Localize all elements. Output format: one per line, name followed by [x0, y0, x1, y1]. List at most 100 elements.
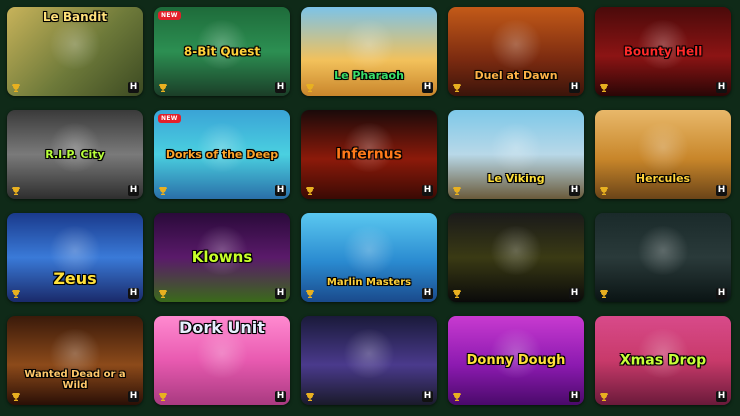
- trophy-icon: [158, 84, 168, 92]
- game-title: Zeus: [53, 269, 97, 289]
- game-tile-8[interactable]: Le Viking H: [448, 110, 584, 199]
- game-title: Dorks of the Deep: [165, 147, 279, 161]
- provider-logo-icon: H: [716, 391, 727, 402]
- game-tile-6[interactable]: Dorks of the Deep NEW H: [154, 110, 290, 199]
- artwork-highlight: [488, 20, 544, 70]
- provider-logo-icon: H: [422, 288, 433, 299]
- game-tile-19[interactable]: Xmas Drop H: [595, 316, 731, 405]
- game-title: Bounty Hell: [623, 44, 703, 59]
- game-artwork: [448, 213, 584, 302]
- trophy-icon: [305, 290, 315, 298]
- game-artwork: [7, 316, 143, 405]
- trophy-icon: [305, 84, 315, 92]
- game-artwork: [448, 110, 584, 199]
- game-tile-3[interactable]: Duel at Dawn H: [448, 7, 584, 96]
- provider-logo-icon: H: [716, 288, 727, 299]
- game-title: Dork Unit: [179, 318, 265, 337]
- game-title: Wanted Dead or a Wild: [24, 369, 126, 391]
- game-tile-15[interactable]: Wanted Dead or a Wild H: [7, 316, 143, 405]
- artwork-highlight: [47, 20, 103, 70]
- game-title: Infernus: [336, 146, 402, 163]
- game-tile-13[interactable]: H: [448, 213, 584, 302]
- game-tile-14[interactable]: H: [595, 213, 731, 302]
- trophy-icon: [11, 84, 21, 92]
- game-title: Le Pharaoh: [334, 69, 404, 83]
- artwork-highlight: [635, 123, 691, 173]
- game-artwork: [301, 213, 437, 302]
- provider-logo-icon: H: [569, 391, 580, 402]
- artwork-highlight: [341, 226, 397, 276]
- game-tile-9[interactable]: Hercules H: [595, 110, 731, 199]
- trophy-icon: [452, 84, 462, 92]
- trophy-icon: [600, 187, 608, 195]
- trophy-icon: [158, 187, 168, 195]
- game-tile-1[interactable]: 8-Bit Quest NEW H: [154, 7, 290, 96]
- provider-logo-icon: H: [128, 185, 139, 196]
- game-title: Klowns: [191, 247, 253, 266]
- trophy-icon: [11, 393, 21, 401]
- game-tile-12[interactable]: Marlin Masters H: [301, 213, 437, 302]
- game-artwork: [301, 316, 437, 405]
- provider-logo-icon: H: [275, 82, 286, 93]
- game-artwork: [7, 213, 143, 302]
- artwork-highlight: [341, 329, 397, 379]
- game-grid: Le Bandit H 8-Bit Quest NEW H Le Pharaoh: [7, 7, 731, 405]
- game-tile-18[interactable]: Donny Dough H: [448, 316, 584, 405]
- trophy-icon: [600, 290, 608, 298]
- provider-logo-icon: H: [422, 82, 433, 93]
- provider-logo-icon: H: [128, 288, 139, 299]
- provider-logo-icon: H: [569, 82, 580, 93]
- game-tile-7[interactable]: Infernus H: [301, 110, 437, 199]
- game-title: Marlin Masters: [326, 276, 412, 288]
- game-tile-17[interactable]: H: [301, 316, 437, 405]
- game-tile-0[interactable]: Le Bandit H: [7, 7, 143, 96]
- provider-logo-icon: H: [716, 82, 727, 93]
- new-badge: NEW: [158, 114, 181, 123]
- game-tile-4[interactable]: Bounty Hell H: [595, 7, 731, 96]
- game-title: Donny Dough: [466, 352, 566, 368]
- provider-logo-icon: H: [716, 185, 727, 196]
- game-title: Duel at Dawn: [474, 69, 558, 83]
- artwork-highlight: [488, 226, 544, 276]
- provider-logo-icon: H: [275, 288, 286, 299]
- provider-logo-icon: H: [569, 288, 580, 299]
- game-artwork: [448, 7, 584, 96]
- game-title: Xmas Drop: [619, 352, 707, 369]
- game-tile-5[interactable]: R.I.P. City H: [7, 110, 143, 199]
- trophy-icon: [305, 187, 315, 195]
- provider-logo-icon: H: [275, 185, 286, 196]
- artwork-highlight: [341, 20, 397, 70]
- game-title: Le Viking: [487, 172, 545, 186]
- game-title: R.I.P. City: [45, 147, 105, 161]
- artwork-highlight: [488, 123, 544, 173]
- game-tile-16[interactable]: Dork Unit H: [154, 316, 290, 405]
- artwork-highlight: [47, 226, 103, 276]
- trophy-icon: [11, 290, 21, 298]
- game-tile-10[interactable]: Zeus H: [7, 213, 143, 302]
- game-title: 8-Bit Quest: [183, 44, 261, 59]
- trophy-icon: [452, 393, 462, 401]
- provider-logo-icon: H: [275, 391, 286, 402]
- trophy-icon: [600, 393, 608, 401]
- game-tile-11[interactable]: Klowns H: [154, 213, 290, 302]
- trophy-icon: [11, 187, 21, 195]
- game-artwork: [301, 7, 437, 96]
- trophy-icon: [158, 393, 168, 401]
- game-title: Hercules: [635, 172, 691, 186]
- artwork-highlight: [635, 226, 691, 276]
- provider-logo-icon: H: [128, 82, 139, 93]
- provider-logo-icon: H: [128, 391, 139, 402]
- game-title: Le Bandit: [42, 10, 108, 24]
- game-tile-2[interactable]: Le Pharaoh H: [301, 7, 437, 96]
- trophy-icon: [600, 84, 608, 92]
- provider-logo-icon: H: [422, 185, 433, 196]
- game-artwork: [595, 110, 731, 199]
- trophy-icon: [452, 187, 462, 195]
- provider-logo-icon: H: [422, 391, 433, 402]
- new-badge: NEW: [158, 11, 181, 20]
- trophy-icon: [305, 393, 315, 401]
- trophy-icon: [452, 290, 462, 298]
- game-artwork: [595, 213, 731, 302]
- trophy-icon: [158, 290, 168, 298]
- provider-logo-icon: H: [569, 185, 580, 196]
